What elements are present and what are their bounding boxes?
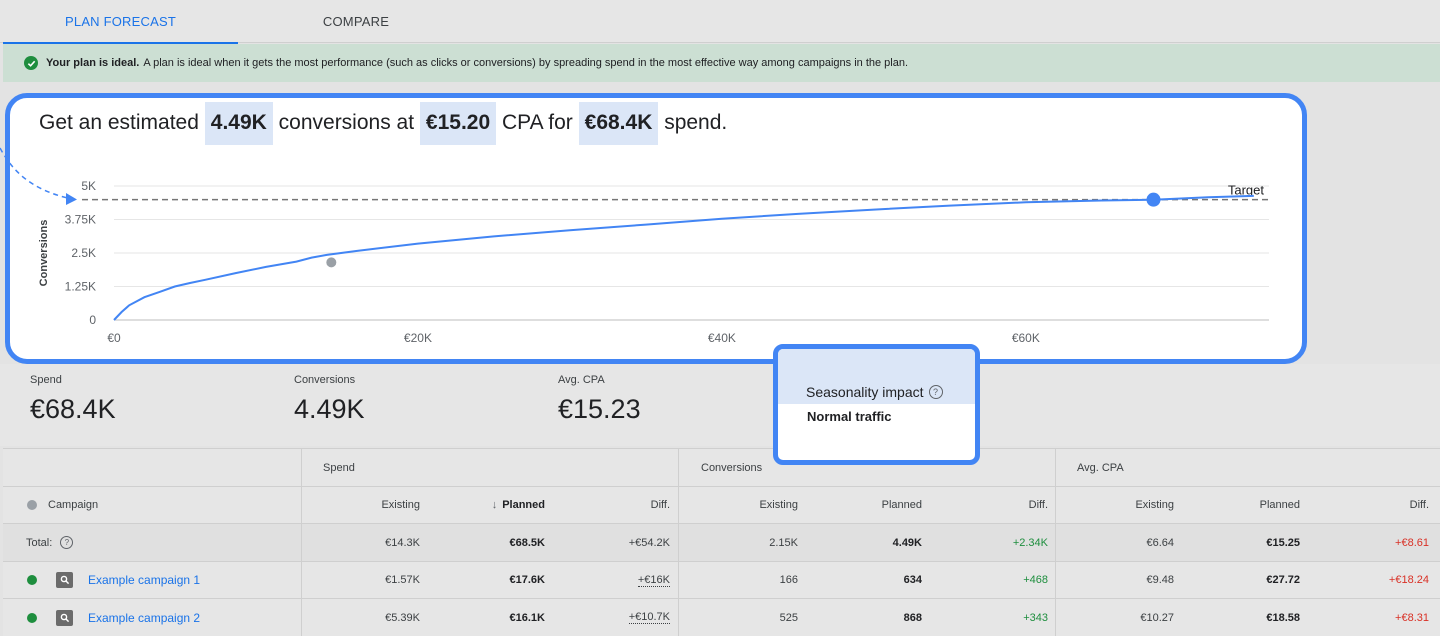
spend-diff-value: +€16K — [637, 573, 670, 587]
y-tick-label: 1.25K — [65, 280, 96, 294]
metric-conversions: Conversions 4.49K — [294, 374, 365, 425]
col-conv-existing[interactable]: Existing — [759, 487, 798, 523]
spend-diff[interactable]: +€16K — [637, 562, 670, 598]
cpa-planned: €18.58 — [1266, 611, 1300, 624]
total-cpa-planned: €15.25 — [1266, 536, 1300, 549]
table-total-row: Total: ? €14.3K €68.5K +€54.2K 2.15K 4.4… — [3, 523, 1440, 561]
search-campaign-icon — [56, 609, 73, 626]
x-tick-label: €20K — [404, 331, 432, 345]
campaign-header-label: Campaign — [48, 499, 99, 511]
pointer-arrow — [0, 147, 77, 205]
total-spend-planned: €68.5K — [509, 536, 545, 549]
col-conv-planned[interactable]: Planned — [882, 487, 922, 523]
seasonality-label: Seasonality impact — [806, 384, 924, 400]
group-header-spend: Spend — [323, 461, 355, 474]
table-row: Example campaign 2 €5.39K €16.1K +€10.7K… — [3, 598, 1440, 636]
x-tick-label: €60K — [1012, 331, 1040, 345]
plan-status-banner: Your plan is ideal. A plan is ideal when… — [3, 44, 1440, 82]
metric-value: 4.49K — [294, 394, 365, 424]
spend-diff[interactable]: +€10.7K — [628, 599, 670, 636]
col-spend-existing[interactable]: Existing — [381, 487, 420, 523]
x-tick-label: €40K — [708, 331, 736, 345]
cpa-existing: €10.27 — [1140, 611, 1174, 624]
y-tick-label: 2.5K — [71, 246, 96, 260]
planned-point[interactable] — [1146, 192, 1161, 207]
metrics-summary: Spend €68.4K Conversions 4.49K Avg. CPA … — [0, 364, 1440, 446]
conv-existing: 166 — [779, 574, 798, 586]
help-circle-icon[interactable]: ? — [928, 385, 943, 399]
tab-compare[interactable]: COMPARE — [238, 0, 474, 43]
conv-planned: 634 — [903, 574, 922, 586]
col-cpa-planned[interactable]: Planned — [1260, 487, 1300, 523]
group-header-avg-cpa: Avg. CPA — [1077, 461, 1124, 474]
campaign-header[interactable]: Campaign — [27, 487, 98, 523]
column-divider — [678, 448, 679, 636]
y-axis-label: Conversions — [38, 220, 50, 287]
metric-value: €15.23 — [558, 394, 641, 424]
banner-text: A plan is ideal when it gets the most pe… — [143, 57, 909, 69]
column-divider — [1055, 448, 1056, 636]
col-conv-diff[interactable]: Diff. — [1029, 487, 1048, 523]
tab-bar: PLAN FORECAST COMPARE — [0, 0, 1440, 44]
conv-existing: 525 — [779, 611, 798, 624]
cpa-existing: €9.48 — [1146, 574, 1174, 586]
total-cpa-diff: +€8.61 — [1395, 536, 1429, 549]
spend-diff-value: +€10.7K — [628, 611, 670, 624]
metric-label: Spend — [30, 374, 62, 386]
col-cpa-diff[interactable]: Diff. — [1410, 487, 1429, 523]
group-header-conversions: Conversions — [701, 461, 763, 474]
seasonality-value: Normal traffic — [807, 409, 892, 424]
col-spend-planned-label: Planned — [502, 499, 545, 511]
metric-spend: Spend €68.4K — [30, 374, 116, 425]
total-label-text: Total: — [26, 536, 53, 549]
table-group-header: Spend Conversions Avg. CPA — [3, 448, 1440, 486]
status-dot-icon — [27, 575, 37, 585]
total-spend-existing: €14.3K — [385, 536, 420, 549]
conv-diff: +468 — [1023, 574, 1048, 586]
campaign-cell: Example campaign 1 — [27, 562, 200, 598]
metric-label: Conversions — [294, 374, 356, 386]
metric-avg-cpa: Avg. CPA €15.23 — [558, 374, 641, 425]
y-tick-label: 0 — [89, 313, 96, 327]
existing-point[interactable] — [326, 257, 337, 268]
column-divider — [301, 448, 302, 636]
conv-planned: 868 — [903, 611, 922, 624]
seasonality-header: Seasonality impact ? — [778, 349, 975, 404]
metric-label: Avg. CPA — [558, 374, 605, 386]
cpa-planned: €27.72 — [1266, 574, 1300, 586]
conv-diff: +343 — [1023, 611, 1048, 624]
spend-existing: €5.39K — [385, 611, 420, 624]
cpa-diff: +€8.31 — [1395, 611, 1429, 624]
status-dot-icon — [27, 612, 37, 623]
campaign-link[interactable]: Example campaign 2 — [88, 611, 200, 625]
col-spend-planned[interactable]: ↓ Planned — [492, 487, 545, 523]
campaign-link[interactable]: Example campaign 1 — [88, 573, 200, 587]
campaign-table: Spend Conversions Avg. CPA Campaign Exis… — [3, 448, 1440, 636]
col-spend-diff[interactable]: Diff. — [651, 487, 670, 523]
spend-planned: €16.1K — [509, 611, 545, 624]
campaign-cell: Example campaign 2 — [27, 599, 200, 636]
metric-value: €68.4K — [30, 394, 116, 424]
spend-planned: €17.6K — [509, 574, 545, 586]
col-cpa-existing[interactable]: Existing — [1135, 487, 1174, 523]
spend-existing: €1.57K — [385, 574, 420, 586]
help-circle-icon[interactable]: ? — [60, 536, 74, 549]
forecast-chart[interactable]: 01.25K2.5K3.75K5K€0 €20K €40K €60KConversio… — [10, 98, 1302, 359]
table-row: Example campaign 1 €1.57K €17.6K +€16K 1… — [3, 561, 1440, 598]
total-spend-diff: +€54.2K — [628, 536, 670, 549]
forecast-panel: Get an estimated 4.49K conversions at €1… — [5, 93, 1307, 364]
total-cpa-existing: €6.64 — [1146, 536, 1174, 549]
total-label: Total: ? — [26, 524, 74, 561]
table-subheader: Campaign Existing ↓ Planned Diff. Existi… — [3, 486, 1440, 523]
search-campaign-icon — [56, 572, 73, 588]
status-dot-icon — [27, 500, 37, 510]
cpa-diff: +€18.24 — [1388, 574, 1429, 586]
arrow-down-icon: ↓ — [491, 499, 498, 511]
total-conv-diff: +2.34K — [1012, 536, 1048, 549]
forecast-curve — [113, 194, 1254, 321]
seasonality-card[interactable]: Seasonality impact ? Normal traffic — [773, 344, 980, 465]
total-conv-existing: 2.15K — [769, 536, 798, 549]
x-tick-label: €0 — [107, 331, 121, 345]
total-conv-planned: 4.49K — [892, 536, 922, 549]
